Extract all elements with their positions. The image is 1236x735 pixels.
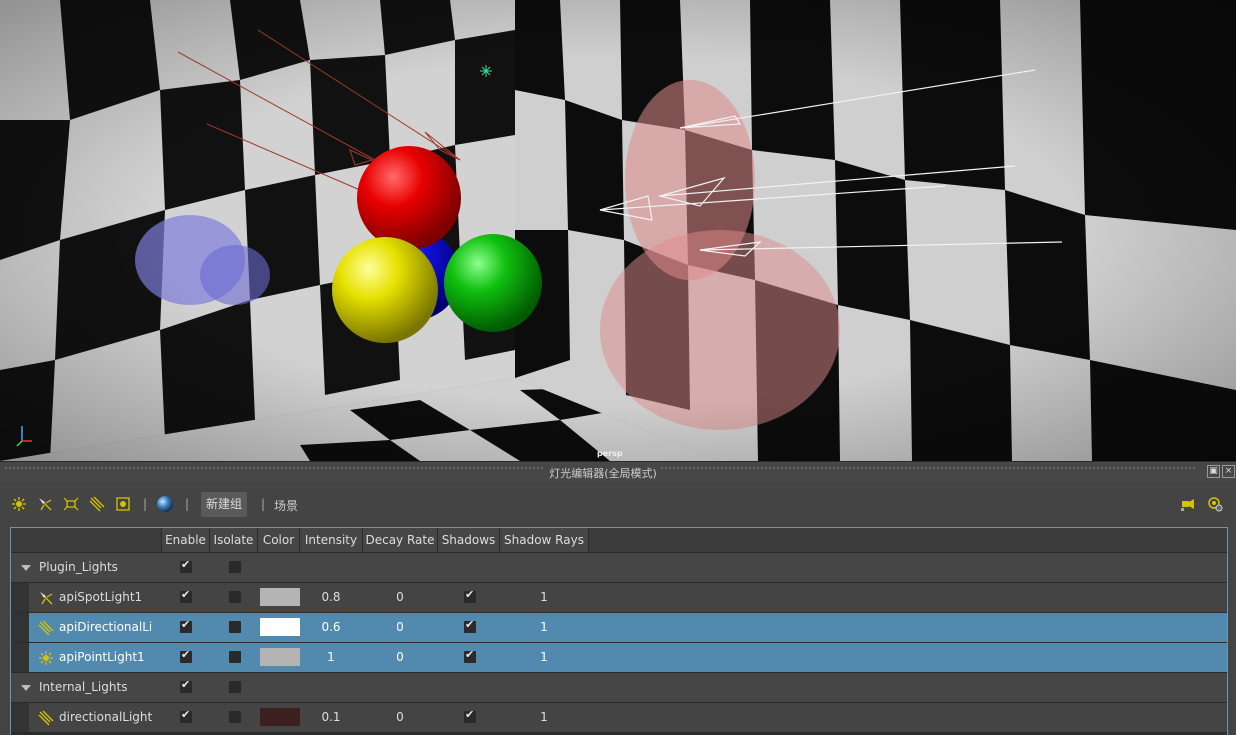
decay-rate-field[interactable]: 0 [363, 703, 437, 732]
intensity-field[interactable]: 0.1 [300, 703, 362, 732]
group-row-internal-lights[interactable]: Internal_Lights [11, 673, 1227, 702]
light-name: directionalLight1 [59, 710, 152, 724]
enable-checkbox[interactable] [180, 678, 192, 693]
editor-title-bar[interactable]: 灯光编辑器(全局模式) ▣ × [0, 461, 1236, 482]
light-editor-toolbar: | | 新建组 | 场景 [0, 481, 1236, 525]
isolate-checkbox[interactable] [229, 561, 241, 573]
viewport-persp[interactable]: persp [0, 0, 1236, 461]
light-table: Enable Isolate Color Intensity Decay Rat… [10, 527, 1228, 735]
directional-light-icon [38, 620, 54, 636]
column-header-color[interactable]: Color [258, 528, 300, 552]
light-row-api-directional-light[interactable]: apiDirectionalLi 0.6 0 1 [11, 613, 1227, 642]
enable-checkbox[interactable] [180, 618, 192, 633]
shadows-checkbox[interactable] [464, 708, 476, 723]
color-swatch[interactable] [260, 708, 300, 726]
collapse-triangle-icon[interactable] [21, 565, 31, 571]
isolate-checkbox[interactable] [229, 651, 241, 663]
intensity-field[interactable]: 0.6 [300, 613, 362, 642]
enable-checkbox[interactable] [180, 708, 192, 723]
shadow-rays-field[interactable]: 1 [500, 703, 588, 732]
enable-checkbox[interactable] [180, 648, 192, 663]
light-name: apiPointLight1 [59, 650, 145, 664]
isolate-checkbox[interactable] [229, 621, 241, 633]
color-swatch[interactable] [260, 648, 300, 666]
isolate-checkbox[interactable] [229, 591, 241, 603]
scene-render [0, 0, 1236, 461]
directional-light-icon [38, 710, 54, 726]
shadow-rays-field[interactable]: 1 [500, 583, 588, 612]
color-swatch[interactable] [260, 618, 300, 636]
environment-sphere-icon[interactable] [156, 495, 174, 513]
close-icon[interactable]: × [1222, 465, 1235, 478]
toolbar-separator: | [261, 497, 266, 511]
decay-rate-field[interactable]: 0 [363, 613, 437, 642]
enable-checkbox[interactable] [180, 558, 192, 573]
isolate-checkbox[interactable] [229, 681, 241, 693]
point-light-icon[interactable] [11, 496, 27, 512]
column-header-isolate[interactable]: Isolate [210, 528, 258, 552]
column-header-shadow-rays[interactable]: Shadow Rays [500, 528, 589, 552]
column-header-enable[interactable]: Enable [162, 528, 210, 552]
volume-light-icon[interactable] [115, 496, 131, 512]
shadows-checkbox[interactable] [464, 618, 476, 633]
shadows-checkbox[interactable] [464, 588, 476, 603]
color-swatch[interactable] [260, 588, 300, 606]
intensity-field[interactable]: 1 [300, 643, 362, 672]
intensity-field[interactable]: 0.8 [300, 583, 362, 612]
group-name: Internal_Lights [39, 680, 128, 694]
enable-checkbox[interactable] [180, 588, 192, 603]
column-header-decay-rate[interactable]: Decay Rate [363, 528, 438, 552]
light-row-directional-light[interactable]: directionalLight1 0.1 0 1 [11, 703, 1227, 732]
column-header-name [11, 528, 162, 552]
toolbar-separator: | [185, 497, 190, 511]
spot-light-icon [40, 592, 53, 605]
column-header-shadows[interactable]: Shadows [438, 528, 500, 552]
spot-light-icon[interactable] [37, 496, 53, 512]
camera-label: persp [597, 449, 623, 458]
scene-mode-button[interactable]: 场景 [274, 497, 298, 514]
light-row-api-point-light[interactable]: apiPointLight1 1 0 1 [11, 643, 1227, 672]
table-header: Enable Isolate Color Intensity Decay Rat… [11, 528, 1227, 552]
isolate-checkbox[interactable] [229, 711, 241, 723]
restore-icon[interactable]: ▣ [1207, 465, 1220, 478]
light-name: apiSpotLight1 [59, 590, 143, 604]
point-light-icon [39, 651, 53, 665]
light-lookthrough-icon[interactable] [1180, 496, 1196, 512]
shadow-rays-field[interactable]: 1 [500, 643, 588, 672]
group-row-plugin-lights[interactable]: Plugin_Lights [11, 553, 1227, 582]
area-light-icon[interactable] [63, 496, 79, 512]
decay-rate-field[interactable]: 0 [363, 643, 437, 672]
light-row-api-spot-light[interactable]: apiSpotLight1 0.8 0 1 [11, 583, 1227, 612]
new-group-button[interactable]: 新建组 [201, 492, 247, 517]
light-settings-icon[interactable] [1207, 496, 1223, 512]
light-name: apiDirectionalLi [59, 620, 151, 634]
shadow-rays-field[interactable]: 1 [500, 613, 588, 642]
editor-title: 灯光编辑器(全局模式) [545, 467, 661, 480]
shadows-checkbox[interactable] [464, 648, 476, 663]
column-header-intensity[interactable]: Intensity [300, 528, 363, 552]
group-name: Plugin_Lights [39, 560, 118, 574]
toolbar-separator: | [143, 497, 148, 511]
collapse-triangle-icon[interactable] [21, 685, 31, 691]
decay-rate-field[interactable]: 0 [363, 583, 437, 612]
directional-light-icon[interactable] [89, 496, 105, 512]
